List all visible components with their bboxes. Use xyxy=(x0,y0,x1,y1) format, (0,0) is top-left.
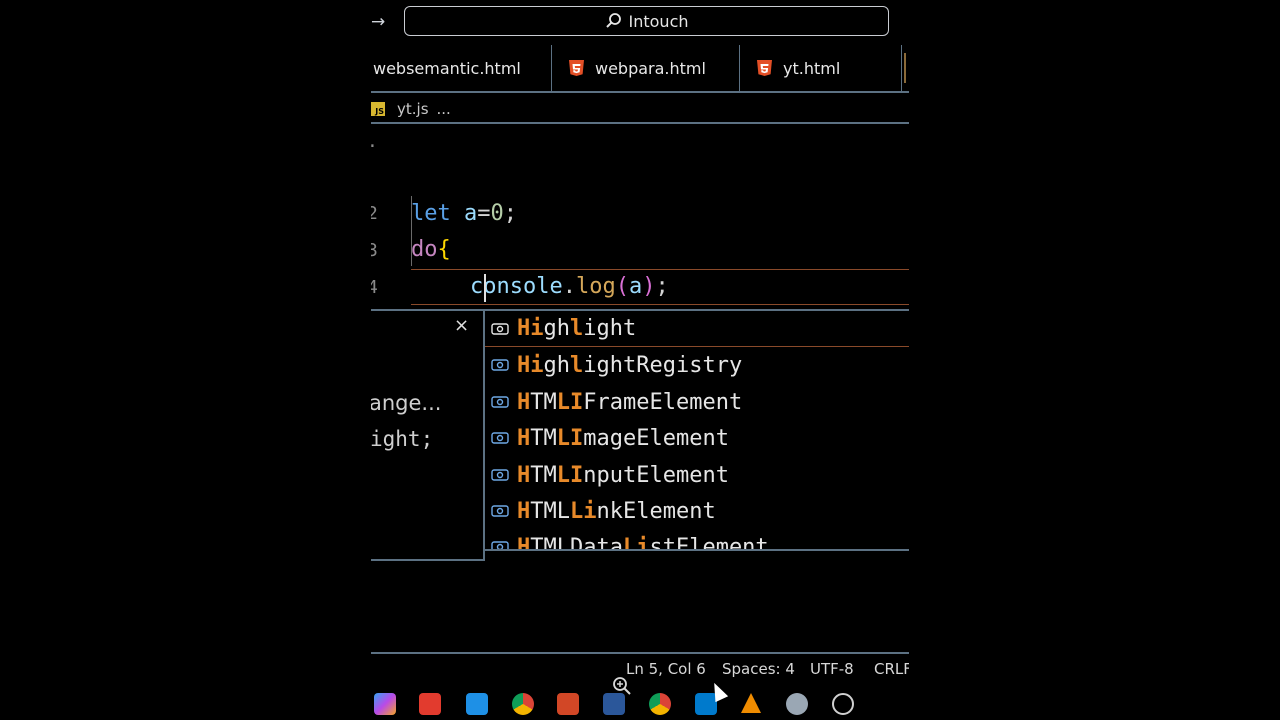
editor-tabs: websemantic.html webpara.html yt.html xyxy=(371,45,909,93)
word-icon[interactable] xyxy=(603,693,625,715)
search-text: Intouch xyxy=(628,11,689,31)
statusbar: Ln 5, Col 6 Spaces: 4 UTF-8 CRLF xyxy=(371,656,909,695)
suggestion-item[interactable]: Hi gh l ightRegistry xyxy=(485,347,909,383)
taskbar xyxy=(371,686,909,720)
details-text-1: ange... xyxy=(371,391,442,415)
text-cursor xyxy=(484,274,486,302)
suggestion-item[interactable]: Hi gh l ight xyxy=(485,311,909,347)
html5-icon xyxy=(756,59,773,77)
variable-icon xyxy=(489,427,511,449)
variable-icon xyxy=(489,318,511,340)
suggestion-item[interactable]: H TMLData Li stElement xyxy=(485,529,909,549)
code-line-4: 4 a++; xyxy=(371,277,523,336)
chrome-icon[interactable] xyxy=(649,693,671,715)
suggestion-item[interactable]: H TM LI mageElement xyxy=(485,420,909,456)
suggestion-item[interactable]: H TM LI nputElement xyxy=(485,457,909,493)
code-editor[interactable]: . let a=0; 2 do{ 3 console.log(a); 4 a++… xyxy=(371,124,909,372)
breadcrumb-file[interactable]: yt.js xyxy=(397,100,429,118)
cursor-position[interactable]: Ln 5, Col 6 xyxy=(626,660,706,678)
suggestion-list: Hi gh l ight Hi gh l ightRegistry H TM LI FrameEl… xyxy=(485,309,909,551)
anydesk-icon[interactable] xyxy=(419,693,441,715)
variable-icon xyxy=(489,354,511,376)
breadcrumb-separator[interactable]: ... xyxy=(437,100,451,118)
tab-websemantic[interactable]: websemantic.html xyxy=(371,45,552,91)
editor-screen: → Intouch websemantic.html webpara.html … xyxy=(371,0,909,720)
variable-icon xyxy=(489,464,511,486)
code-line-3: 3 console.log(a); xyxy=(371,240,669,299)
code-line-5: 5 } hil xyxy=(371,270,477,372)
app-icon[interactable] xyxy=(466,693,488,715)
variable-icon xyxy=(489,391,511,413)
vlc-icon[interactable] xyxy=(741,693,761,713)
tab-overflow-edge xyxy=(904,53,906,83)
suggestion-details-panel: × ange... ight; xyxy=(371,309,485,561)
code-line-1: . let a=0; xyxy=(371,131,517,226)
tab-webpara[interactable]: webpara.html xyxy=(552,45,740,91)
chrome-icon[interactable] xyxy=(512,693,534,715)
js-file-icon: JS xyxy=(371,102,385,116)
code-line-2: 2 do{ xyxy=(371,203,451,262)
variable-icon xyxy=(489,500,511,522)
command-center-search[interactable]: Intouch xyxy=(404,6,889,36)
line-ending[interactable]: CRLF xyxy=(874,660,909,678)
forward-arrow-icon[interactable]: → xyxy=(371,10,387,34)
html5-icon xyxy=(568,59,585,77)
close-icon[interactable]: × xyxy=(454,315,469,336)
tab-yt-html[interactable]: yt.html xyxy=(740,45,902,91)
indentation[interactable]: Spaces: 4 xyxy=(722,660,795,678)
variable-icon xyxy=(489,536,511,549)
breadcrumb: JS yt.js ... xyxy=(371,98,451,120)
statusbar-divider xyxy=(371,652,909,654)
powerpoint-icon[interactable] xyxy=(557,693,579,715)
suggestion-item[interactable]: H TM LI FrameElement xyxy=(485,384,909,420)
encoding[interactable]: UTF-8 xyxy=(810,660,854,678)
search-icon xyxy=(605,12,623,30)
paint-icon[interactable] xyxy=(786,693,808,715)
clock-icon[interactable] xyxy=(832,693,854,715)
suggestion-item[interactable]: H TML Li nkElement xyxy=(485,493,909,529)
details-text-2: ight; xyxy=(371,427,434,451)
copilot-icon[interactable] xyxy=(374,693,396,715)
